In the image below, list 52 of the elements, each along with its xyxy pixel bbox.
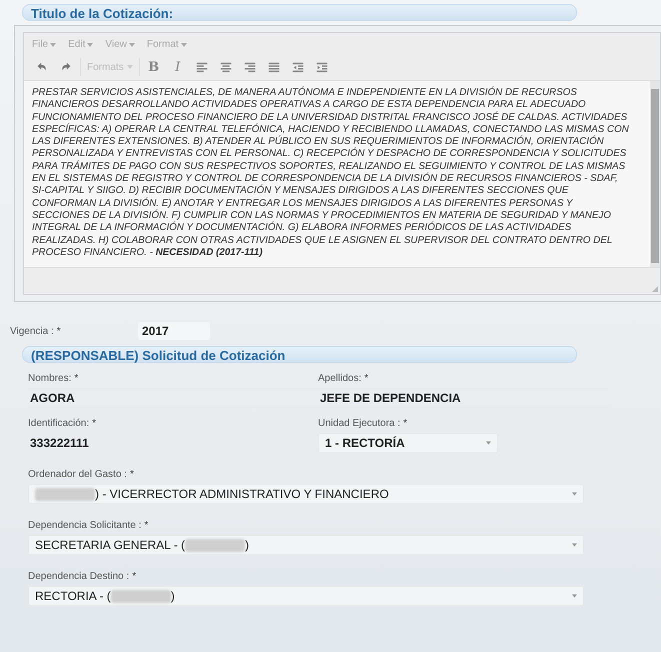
menu-item[interactable]: File <box>32 39 56 50</box>
scrollbar[interactable] <box>650 81 660 268</box>
required-mark: * <box>364 373 368 384</box>
bold-button[interactable]: B <box>144 58 164 76</box>
field-value: AGORA <box>28 388 320 408</box>
field-label: Dependencia Solicitante : <box>28 520 142 532</box>
field-label: Ordenador del Gasto : <box>28 469 127 480</box>
justify-icon <box>266 60 281 74</box>
indent-icon <box>314 60 329 74</box>
field-label: Unidad Ejecutora : <box>318 418 400 430</box>
select-field[interactable]: 1 - RECTORÍA <box>318 433 498 454</box>
required-mark: * <box>56 326 61 337</box>
required-mark: * <box>74 373 78 384</box>
select-field[interactable]: SECRETARIA GENERAL - ( ) <box>28 535 584 556</box>
outdent-icon <box>290 60 305 74</box>
required-mark: * <box>132 571 136 582</box>
field-value: 333222111 <box>28 433 320 454</box>
caret-icon <box>87 42 94 46</box>
required-mark: * <box>403 418 408 430</box>
caret-icon <box>180 42 187 46</box>
caret-icon <box>128 42 135 46</box>
menu-item[interactable]: Edit <box>68 39 94 50</box>
caret-icon <box>50 42 56 46</box>
select-field[interactable]: ) - VICERRECTOR ADMINISTRATIVO Y FINANCIERO <box>28 484 584 504</box>
align-center-icon <box>218 60 233 74</box>
caret-icon <box>126 65 133 69</box>
align-left-icon <box>194 60 209 74</box>
year-field[interactable]: 2017 <box>138 322 210 340</box>
resize-grip-icon[interactable] <box>652 286 658 292</box>
redaction-mark <box>35 488 95 501</box>
align-right-icon <box>242 60 257 74</box>
menu-item[interactable]: Format <box>146 39 187 50</box>
redaction-mark <box>110 590 171 603</box>
select-field[interactable]: RECTORIA - ( ) <box>28 586 584 606</box>
section-heading: Titulo de la Cotización: <box>22 4 577 21</box>
section-heading: (RESPONSABLE) Solicitud de Cotización <box>22 346 577 364</box>
field-label: Dependencia Destino : <box>28 571 130 582</box>
required-mark: * <box>130 469 134 480</box>
required-mark: * <box>92 418 96 430</box>
caret-icon <box>572 492 577 496</box>
field-label: Identificación: <box>28 418 90 430</box>
field-label: Apellidos: <box>318 373 362 384</box>
field-label: Nombres: <box>28 373 72 384</box>
field-value: JEFE DE DEPENDENCIA <box>318 388 610 408</box>
menu-item[interactable]: View <box>105 39 135 50</box>
required-mark: * <box>144 520 148 532</box>
redaction-mark <box>185 538 246 552</box>
caret-icon <box>572 543 577 548</box>
field-label: Vigencia : <box>10 326 54 337</box>
caret-icon <box>486 441 491 446</box>
caret-icon <box>572 594 577 598</box>
italic-button[interactable]: I <box>168 58 188 76</box>
